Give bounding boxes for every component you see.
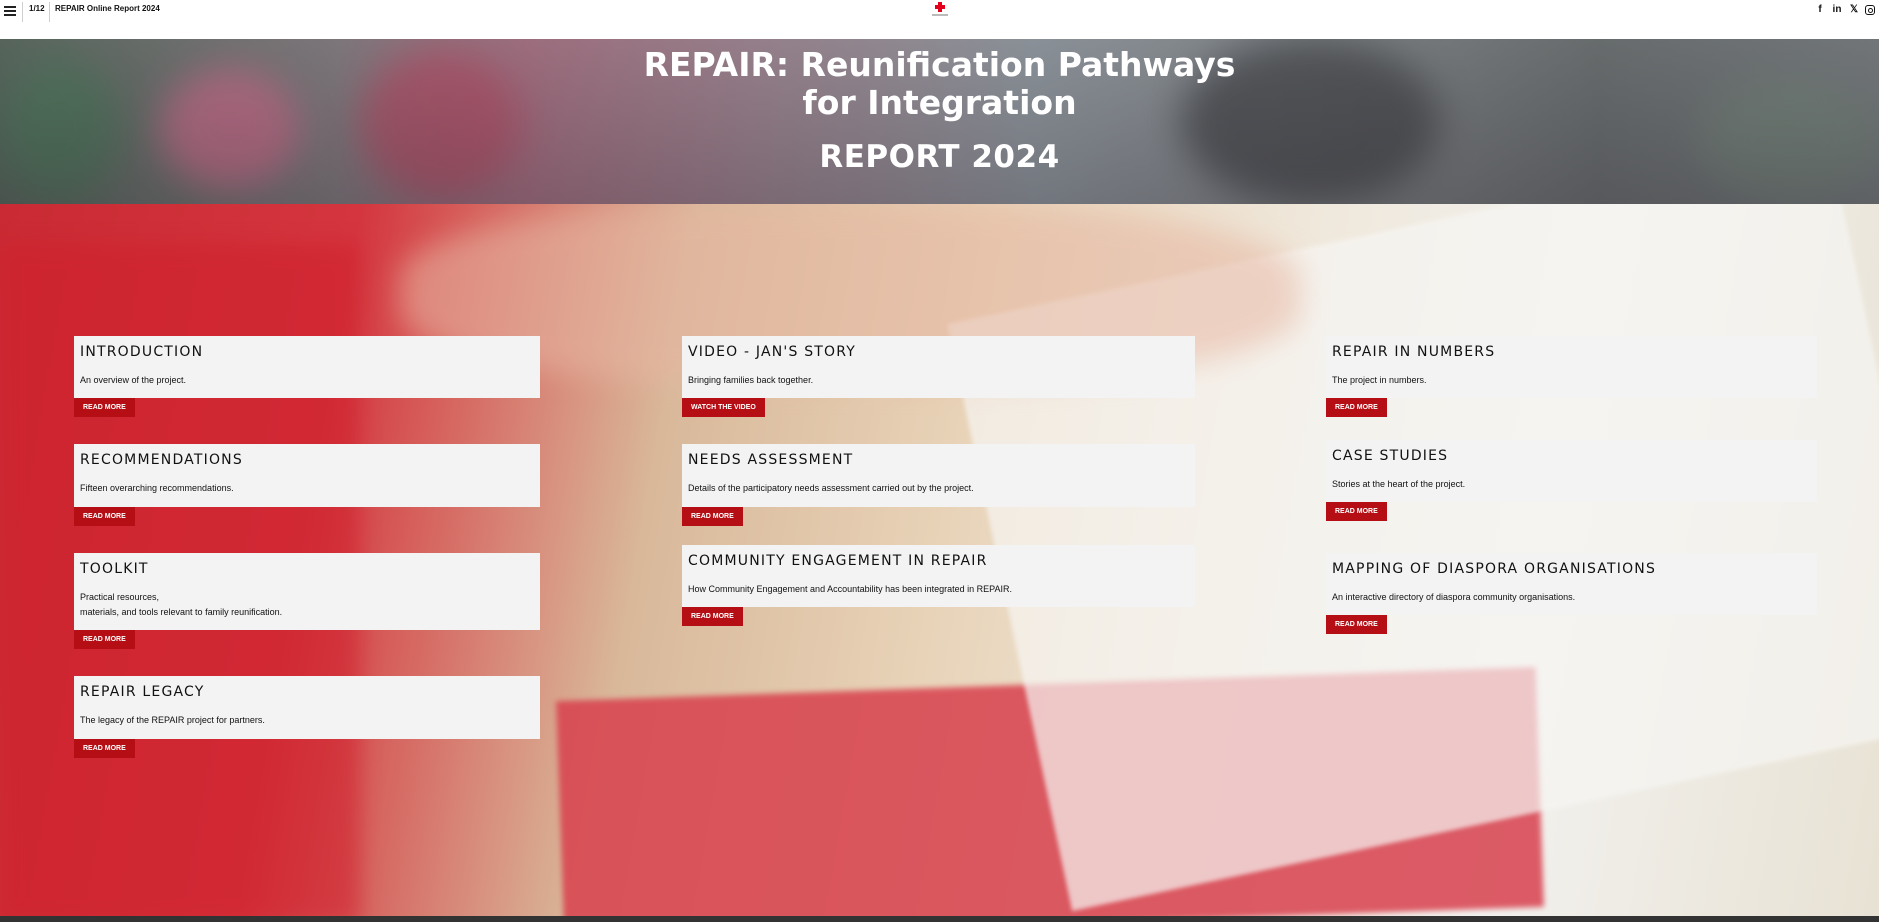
card-title: TOOLKIT [80, 561, 149, 577]
bottom-strip [0, 916, 1879, 922]
linkedin-icon[interactable]: in [1831, 4, 1843, 16]
x-icon[interactable]: 𝕏 [1848, 4, 1860, 16]
card-case-studies: CASE STUDIES Stories at the heart of the… [1326, 440, 1817, 502]
card-title: REPAIR LEGACY [80, 684, 205, 700]
card-title: MAPPING OF DIASPORA ORGANISATIONS [1332, 561, 1657, 577]
card-description: How Community Engagement and Accountabil… [688, 584, 1013, 594]
card-description: An overview of the project. [80, 375, 187, 385]
card-title: REPAIR IN NUMBERS [1332, 344, 1496, 360]
page-counter: 1/12 [29, 4, 45, 13]
legacy-read-more-button[interactable]: READ MORE [74, 739, 135, 758]
needs-read-more-button[interactable]: READ MORE [682, 507, 743, 526]
site-title: REPAIR Online Report 2024 [55, 4, 160, 13]
card-diaspora-mapping: MAPPING OF DIASPORA ORGANISATIONS An int… [1326, 553, 1817, 615]
card-title: NEEDS ASSESSMENT [688, 452, 854, 468]
card-title: RECOMMENDATIONS [80, 452, 243, 468]
case-studies-read-more-button[interactable]: READ MORE [1326, 502, 1387, 521]
card-title: VIDEO - JAN'S STORY [688, 344, 857, 360]
card-repair-legacy: REPAIR LEGACY The legacy of the REPAIR p… [74, 676, 540, 739]
card-title: CASE STUDIES [1332, 448, 1449, 464]
red-cross-logo[interactable] [930, 2, 950, 20]
top-bar: 1/12 REPAIR Online Report 2024 f in 𝕏 [0, 0, 1879, 39]
card-title: INTRODUCTION [80, 344, 204, 360]
card-description: Stories at the heart of the project. [1332, 479, 1466, 489]
card-needs-assessment: NEEDS ASSESSMENT Details of the particip… [682, 444, 1195, 507]
facebook-icon[interactable]: f [1814, 4, 1826, 16]
card-description: Fifteen overarching recommendations. [80, 483, 234, 493]
card-title: COMMUNITY ENGAGEMENT IN REPAIR [688, 553, 988, 569]
recommendations-read-more-button[interactable]: READ MORE [74, 507, 135, 526]
hero-banner: REPAIR: Reunification Pathways for Integ… [0, 39, 1879, 204]
hamburger-menu-icon[interactable] [4, 6, 16, 16]
hero-subtitle: REPORT 2024 [819, 139, 1060, 175]
card-repair-in-numbers: REPAIR IN NUMBERS The project in numbers… [1326, 336, 1817, 398]
watch-video-button[interactable]: WATCH THE VIDEO [682, 398, 765, 417]
card-description: The legacy of the REPAIR project for par… [80, 715, 265, 725]
card-introduction: INTRODUCTION An overview of the project. [74, 336, 540, 398]
hero-title-line-2: for Integration [802, 83, 1077, 122]
card-description-line: materials, and tools relevant to family … [80, 607, 283, 617]
card-community-engagement: COMMUNITY ENGAGEMENT IN REPAIR How Commu… [682, 545, 1195, 607]
red-cross-icon [935, 2, 945, 12]
card-toolkit: TOOLKIT Practical resources, materials, … [74, 553, 540, 630]
card-recommendations: RECOMMENDATIONS Fifteen overarching reco… [74, 444, 540, 507]
logo-wordmark [932, 14, 948, 16]
divider [22, 2, 23, 22]
hero-title-line-1: REPAIR: Reunification Pathways [643, 45, 1236, 84]
community-read-more-button[interactable]: READ MORE [682, 607, 743, 626]
toolkit-read-more-button[interactable]: READ MORE [74, 630, 135, 649]
numbers-read-more-button[interactable]: READ MORE [1326, 398, 1387, 417]
instagram-icon[interactable] [1865, 5, 1875, 15]
card-video: VIDEO - JAN'S STORY Bringing families ba… [682, 336, 1195, 398]
card-description: The project in numbers. [1332, 375, 1427, 385]
social-links: f in 𝕏 [1814, 4, 1875, 16]
introduction-read-more-button[interactable]: READ MORE [74, 398, 135, 417]
diaspora-read-more-button[interactable]: READ MORE [1326, 615, 1387, 634]
card-description-line: Practical resources, [80, 592, 160, 602]
card-description: An interactive directory of diaspora com… [1332, 592, 1576, 602]
card-description: Details of the participatory needs asses… [688, 483, 974, 493]
card-description: Practical resources, materials, and tool… [80, 590, 534, 620]
hero-title: REPAIR: Reunification Pathways for Integ… [0, 46, 1879, 122]
card-description: Bringing families back together. [688, 375, 814, 385]
divider [49, 2, 50, 22]
